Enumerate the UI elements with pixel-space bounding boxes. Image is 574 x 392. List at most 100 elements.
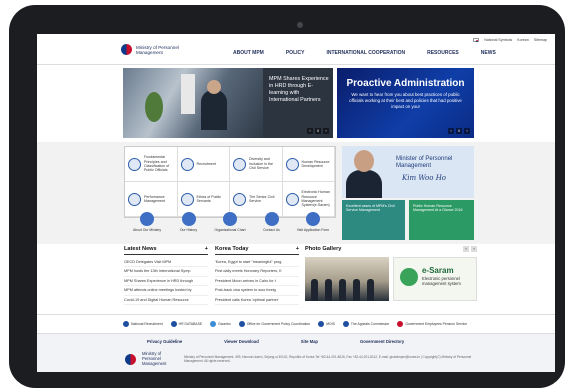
korean-link[interactable]: Korean — [517, 38, 529, 42]
korea-item[interactable]: Post-track visa system to woo foreig — [215, 286, 299, 296]
proactive-banner[interactable]: Proactive Administration We want to hear… — [337, 68, 474, 138]
nav-resources[interactable]: RESOURCES — [427, 50, 459, 56]
korea-flag-icon — [473, 38, 480, 42]
handshake-icon — [180, 192, 194, 206]
logo-national-recruitment[interactable]: National Recruitment — [123, 321, 163, 327]
news-slider[interactable]: MPM Shares Experience in HRD through E-l… — [123, 68, 333, 138]
logo-policy-coordination[interactable]: Office for Government Policy Coordinatio… — [238, 321, 310, 327]
main-nav: ABOUT MPM POLICY INTERNATIONAL COOPERATI… — [233, 50, 496, 56]
people-search-icon — [180, 157, 194, 171]
government-emblem-icon — [121, 44, 132, 55]
quick-visit-form[interactable]: Visit Application Form — [296, 212, 330, 242]
more-plus-icon[interactable]: + — [205, 246, 208, 252]
nav-policy[interactable]: POLICY — [286, 50, 305, 56]
menu-diversity[interactable]: Diversity and Inclusion in the Civil Ser… — [230, 147, 283, 182]
logo-hr-database[interactable]: HR DATABASE — [170, 321, 202, 327]
esaram-desc: Electronic personnel management system — [421, 276, 461, 286]
prev-icon[interactable]: ‹ — [448, 128, 454, 134]
prev-icon[interactable]: ‹ — [463, 246, 469, 252]
slide-photo — [123, 68, 263, 138]
banner-title: Proactive Administration — [346, 78, 465, 89]
footer-logo-text: Ministry of Personnel Management — [142, 351, 167, 366]
website-screen: National Symbols Korean Sitemap Ministry… — [37, 34, 555, 372]
next-icon[interactable]: › — [323, 128, 329, 134]
footer-directory-link[interactable]: Government Directory — [360, 339, 404, 344]
gallery-photo[interactable] — [305, 257, 389, 301]
esaram-title: e-Saram — [421, 266, 454, 275]
more-plus-icon[interactable]: + — [296, 246, 299, 252]
korea-today-section: Korea Today + 'Korea, Egypt to start "mea… — [215, 246, 299, 306]
policy-menu: Fundamental Principles and Classificatio… — [124, 146, 336, 218]
map-pin-icon — [264, 212, 279, 226]
menu-hrd[interactable]: Human Resource Development — [282, 147, 335, 182]
pause-icon[interactable]: ॥ — [315, 128, 321, 134]
logo-appeals-commission[interactable]: The Appeals Commission — [342, 321, 389, 327]
logo-text: Ministry of Personnel Management — [136, 44, 179, 55]
menu-fundamental[interactable]: Fundamental Principles and Classificatio… — [125, 147, 178, 182]
logo-pension-service[interactable]: Government Employees Pension Service — [397, 321, 467, 327]
banner-text: We want to hear from you about best prac… — [349, 92, 462, 109]
minister-photo-head — [354, 150, 374, 172]
korea-item[interactable]: President calls Korea 'optimal partner' — [215, 296, 299, 306]
chart-icon — [128, 192, 141, 206]
tablet-frame: National Symbols Korean Sitemap Ministry… — [9, 5, 565, 388]
excellent-cases-banner[interactable]: Excellent cases of MPM's Civil Service M… — [342, 200, 405, 240]
next-icon[interactable]: › — [464, 128, 470, 134]
korea-item[interactable]: First daily meets Honorary Reporters, K — [215, 267, 299, 277]
pause-icon[interactable]: ॥ — [456, 128, 462, 134]
org-chart-icon — [223, 212, 237, 226]
slider-controls: ‹ ॥ › — [307, 128, 329, 134]
menu-recruitment[interactable]: Recruitment — [177, 147, 230, 182]
footer-viewer-link[interactable]: Viewer Download — [224, 339, 259, 344]
nav-news[interactable]: NEWS — [481, 50, 496, 56]
nav-about[interactable]: ABOUT MPM — [233, 50, 264, 56]
news-item[interactable]: MPM attends online meetings hosted by — [124, 286, 208, 296]
slide-caption: MPM Shares Experience in HRD through E-l… — [269, 76, 329, 103]
group-icon — [233, 157, 246, 171]
form-icon — [306, 212, 320, 226]
footer-sitemap-link[interactable]: Site Map — [301, 339, 318, 344]
minister-signature: Kim Woo Ho — [402, 174, 447, 182]
history-icon — [181, 212, 196, 226]
quick-org-chart[interactable]: Organizational Chart — [213, 212, 247, 242]
footer-privacy-link[interactable]: Privacy Guideline — [147, 339, 182, 344]
building-icon — [140, 212, 154, 226]
quick-contact[interactable]: Contact Us — [255, 212, 289, 242]
nav-divider — [37, 64, 555, 65]
news-item[interactable]: MPM Shares Experience in HRD through — [124, 277, 208, 287]
esaram-promo[interactable]: e-Saram Electronic personnel management … — [392, 257, 477, 301]
utility-bar: National Symbols Korean Sitemap — [473, 38, 547, 42]
prev-icon[interactable]: ‹ — [307, 128, 313, 134]
photo-gallery-title: Photo Gallery — [305, 246, 342, 252]
camera-dot — [297, 22, 303, 28]
document-icon — [128, 157, 141, 171]
hrm-glance-banner[interactable]: Public Human Resource Management At a Gl… — [409, 200, 474, 240]
next-icon[interactable]: › — [471, 246, 477, 252]
news-item[interactable]: MPM hosts the 13th International Symp — [124, 267, 208, 277]
banner-controls: ‹ ॥ › — [448, 128, 470, 134]
news-item[interactable]: OECD Delegates Visit MPM — [124, 258, 208, 268]
photo-gallery-section: Photo Gallery ‹ › e-Saram Electronic per… — [305, 246, 477, 301]
footer-address: Ministry of Personnel Management, 499, H… — [184, 354, 472, 364]
korea-today-title: Korea Today — [215, 246, 249, 252]
sitemap-link[interactable]: Sitemap — [534, 38, 547, 42]
computer-icon — [285, 192, 299, 206]
star-icon — [233, 192, 246, 206]
esaram-icon — [399, 268, 418, 286]
quick-about[interactable]: About Our Ministry — [130, 212, 164, 242]
national-symbols-link[interactable]: National Symbols — [484, 38, 512, 42]
logo-gwanbo[interactable]: Gwanbo — [210, 321, 231, 327]
logo-mois[interactable]: MOIS — [318, 321, 335, 327]
gallery-controls: ‹ › — [463, 246, 477, 252]
nav-international[interactable]: INTERNATIONAL COOPERATION — [326, 50, 405, 56]
minister-title: Minister of Personnel Management — [396, 156, 453, 169]
korea-item[interactable]: 'Korea, Egypt to start "meaningful" prog — [215, 258, 299, 268]
site-logo[interactable]: Ministry of Personnel Management — [121, 44, 196, 55]
quick-links: About Our Ministry Our History Organizat… — [124, 212, 336, 242]
growth-icon — [285, 157, 299, 171]
latest-news-title: Latest News — [124, 246, 157, 252]
minister-card[interactable]: Minister of Personnel Management Kim Woo… — [342, 146, 474, 198]
korea-item[interactable]: President Moon arrives in Cairo for t — [215, 277, 299, 287]
news-item[interactable]: Covid-19 and Digital Human Resource — [124, 296, 208, 306]
quick-history[interactable]: Our History — [172, 212, 206, 242]
